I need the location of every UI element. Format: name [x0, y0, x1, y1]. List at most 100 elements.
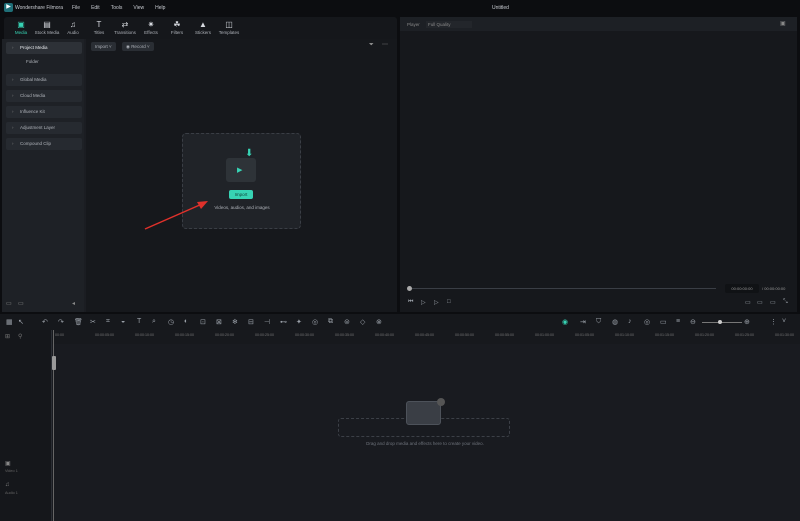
play-icon[interactable]: ▷ [434, 299, 439, 306]
expand-icon[interactable]: ⤡ [783, 299, 788, 306]
stabilize-icon[interactable]: ⊡ [200, 318, 206, 326]
trim-icon[interactable]: ⊣ [264, 318, 270, 326]
detach-icon[interactable]: ⊜ [344, 318, 350, 326]
sidebar-item-global-media[interactable]: Global Media [6, 74, 82, 86]
ruler-label: 00:01:10:00 [615, 333, 634, 337]
ruler-label: 00:01:05:00 [575, 333, 594, 337]
player-header: Player Full Quality ▣ [400, 17, 797, 31]
tab-stickers[interactable]: ▲ Stickers [190, 17, 216, 39]
tab-effects[interactable]: ✷ Effects [138, 17, 164, 39]
display-icon[interactable]: ▭ [745, 299, 751, 306]
delete-icon[interactable]: 🗑 [74, 318, 83, 326]
group-icon[interactable]: ⧉ [328, 318, 333, 326]
tab-templates[interactable]: ◫ Templates [216, 17, 242, 39]
audio-track-icon: ♫ [5, 482, 10, 488]
media-icon: ▣ [17, 20, 25, 29]
fullscreen-icon[interactable]: ▭ [770, 299, 776, 306]
sidebar-item-adjustment-layer[interactable]: Adjustment Layer [6, 122, 82, 134]
freeze-icon[interactable]: ❄ [232, 318, 238, 326]
fit-icon[interactable]: ⊷ [280, 318, 287, 326]
marker-icon[interactable]: ⊗ [376, 318, 382, 326]
menu-file[interactable]: File [72, 5, 80, 11]
text-icon[interactable]: T [137, 318, 141, 325]
stop-icon[interactable]: □ [447, 299, 451, 305]
total-timecode: / 00:00:00:00 [762, 286, 786, 291]
tab-titles[interactable]: T Titles [86, 17, 112, 39]
render-icon[interactable]: ◉ [562, 318, 568, 326]
ruler-label: 00:00:05:00 [95, 333, 114, 337]
video-track-icon: ▣ [5, 461, 11, 467]
zoom-slider-handle[interactable] [718, 320, 722, 324]
zoom-icon[interactable]: ⌕ [152, 318, 156, 326]
mic-icon[interactable]: ◍ [612, 318, 618, 326]
sidebar-item-influence-kit[interactable]: Influence Kit [6, 106, 82, 118]
sticker-icon[interactable]: ◎ [644, 318, 650, 326]
camera-icon[interactable]: ▭ [757, 299, 763, 306]
zoom-out-icon[interactable]: ⊖ [690, 318, 696, 326]
zoom-slider[interactable] [702, 322, 742, 323]
add-track-icon[interactable]: ⊞ [5, 333, 10, 340]
record-dropdown[interactable]: ◉ Record ˅ [122, 42, 154, 51]
menu-bar: File Edit Tools View Help [72, 5, 165, 11]
list-icon[interactable]: ≡ [676, 318, 680, 325]
ruler-label: 00:01:15:00 [655, 333, 674, 337]
folder-icon[interactable]: ▭ [18, 300, 24, 307]
menu-tools[interactable]: Tools [111, 5, 123, 11]
filter-icon[interactable]: ⏷ [369, 42, 374, 49]
sidebar-item-project-media[interactable]: Project Media [6, 42, 82, 54]
split-icon[interactable]: ⊟ [248, 318, 254, 326]
pip-icon[interactable]: ▭ [660, 318, 667, 326]
tab-audio[interactable]: ♫ Audio [60, 17, 86, 39]
menu-view[interactable]: View [133, 5, 144, 11]
zoom-in-icon[interactable]: ⊕ [744, 318, 750, 326]
timeline-ruler[interactable]: 00:00 00:00:05:00 00:00:10:00 00:00:15:00 00… [52, 330, 800, 344]
color-icon[interactable]: ◐ [184, 318, 188, 325]
redo-icon[interactable]: ↷ [58, 318, 64, 326]
seek-bar[interactable] [410, 288, 716, 289]
collapse-icon[interactable]: ◂ [72, 300, 75, 307]
keyframe-icon[interactable]: ◇ [360, 318, 365, 326]
quality-dropdown[interactable]: Full Quality [426, 21, 472, 28]
play-frame-icon[interactable]: ▷ [421, 299, 426, 306]
transform-icon[interactable]: ⊠ [216, 318, 222, 326]
app-name: Wondershare Filmora [15, 5, 63, 11]
grid-icon[interactable]: ⋮ [770, 318, 777, 326]
sidebar-item-compound-clip[interactable]: Compound Clip [6, 138, 82, 150]
menu-help[interactable]: Help [155, 5, 165, 11]
shield-icon[interactable]: ⛉ [596, 318, 601, 326]
sidebar-item-folder[interactable]: Folder [26, 59, 39, 64]
ruler-label: 00:01:00:00 [535, 333, 554, 337]
sidebar-item-cloud-media[interactable]: Cloud Media [6, 90, 82, 102]
ruler-label: 00:00:15:00 [175, 333, 194, 337]
link-icon[interactable]: ⚲ [18, 333, 22, 340]
crop-icon[interactable]: ⌗ [106, 318, 110, 326]
speed-icon[interactable]: ◷ [168, 318, 174, 326]
playhead-handle[interactable] [52, 356, 56, 370]
more-icon[interactable]: ⋯ [382, 41, 388, 48]
tab-transitions[interactable]: ⇄ Transitions [112, 17, 138, 39]
step-back-icon[interactable]: ⏮ [408, 299, 413, 306]
tab-stock-media[interactable]: ▤ Stock Media [34, 17, 60, 39]
import-dropdown[interactable]: Import ˅ [91, 42, 116, 51]
pointer-icon[interactable]: ↖ [18, 318, 24, 326]
snapshot-icon[interactable]: ▣ [780, 20, 786, 27]
tab-filters[interactable]: ☘ Filters [164, 17, 190, 39]
effects-icon[interactable]: ◎ [312, 318, 318, 326]
import-button[interactable]: Import [229, 190, 253, 199]
cut-icon[interactable]: ✂ [90, 318, 96, 326]
voice-icon[interactable]: ♪ [628, 318, 632, 325]
filmora-logo: ▶ [4, 3, 13, 12]
mask-icon[interactable]: ◒ [121, 318, 125, 325]
new-folder-icon[interactable]: ▭ [6, 300, 12, 307]
seek-handle[interactable] [407, 286, 412, 291]
media-hint: Videos, audios, and images [214, 205, 270, 210]
more-icon[interactable]: ˅ [782, 318, 786, 325]
snap-icon[interactable]: ⇥ [580, 318, 586, 326]
layout-icon[interactable]: ▦ [6, 318, 13, 326]
ai-icon[interactable]: ✦ [296, 318, 302, 326]
ruler-label: 00:00 [55, 333, 64, 337]
undo-icon[interactable]: ↶ [42, 318, 48, 326]
menu-edit[interactable]: Edit [91, 5, 100, 11]
tab-media[interactable]: ▣ Media [8, 17, 34, 39]
download-arrow-icon: ⬇ [245, 148, 254, 159]
